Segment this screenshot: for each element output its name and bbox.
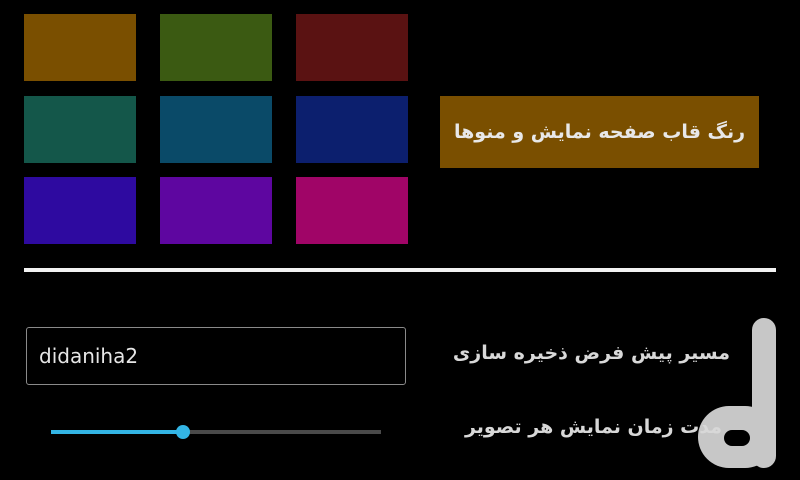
save-path-label: مسیر پیش فرض ذخیره سازی bbox=[452, 342, 730, 364]
slider-thumb[interactable] bbox=[176, 425, 190, 439]
duration-label: مدت زمان نمایش هر تصویر bbox=[464, 416, 722, 438]
frame-color-label: رنگ قاب صفحه نمایش و منوها bbox=[453, 121, 746, 143]
color-swatch-maroon[interactable] bbox=[296, 14, 408, 81]
color-swatch-magenta[interactable] bbox=[296, 177, 408, 244]
color-swatch-navy[interactable] bbox=[296, 96, 408, 163]
settings-screen: رنگ قاب صفحه نمایش و منوها مسیر پیش فرض … bbox=[0, 0, 800, 480]
color-swatch-purple[interactable] bbox=[160, 177, 272, 244]
slider-fill bbox=[51, 430, 183, 434]
color-swatch-petrol[interactable] bbox=[160, 96, 272, 163]
save-path-input[interactable] bbox=[26, 327, 406, 385]
color-swatch-teal-green[interactable] bbox=[24, 96, 136, 163]
duration-slider[interactable] bbox=[51, 424, 381, 454]
section-divider bbox=[24, 268, 776, 272]
frame-color-button[interactable]: رنگ قاب صفحه نمایش و منوها bbox=[440, 96, 759, 168]
color-swatch-indigo[interactable] bbox=[24, 177, 136, 244]
color-swatch-brown[interactable] bbox=[24, 14, 136, 81]
color-swatch-olive[interactable] bbox=[160, 14, 272, 81]
